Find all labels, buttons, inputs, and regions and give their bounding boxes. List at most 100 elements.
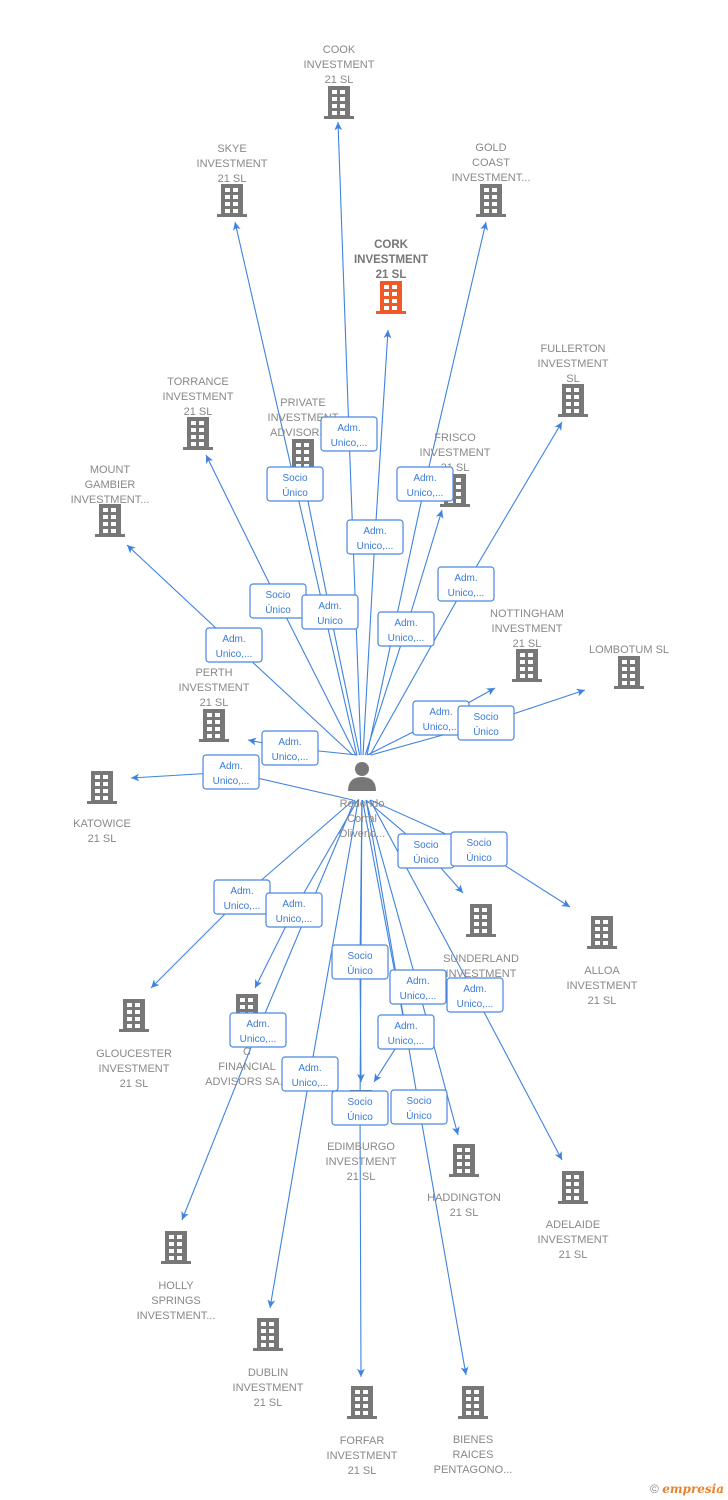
badge-text: Adm. — [406, 976, 429, 987]
company-name: SPRINGS — [151, 1295, 201, 1307]
edge-role-badge[interactable]: Adm. Unico,... — [281, 1056, 339, 1092]
building-icon — [376, 281, 406, 314]
company-node-cook[interactable]: COOK INVESTMENT 21 SL — [304, 44, 375, 119]
building-icon — [614, 656, 644, 689]
edge-role-badge[interactable]: Socio Único — [397, 833, 455, 869]
badge-text: Adm. — [298, 1063, 321, 1074]
person-name: Redondo — [340, 798, 385, 810]
company-name: NOTTINGHAM — [490, 608, 564, 620]
company-node-forfar[interactable]: FORFAR INVESTMENT 21 SL — [327, 1386, 398, 1477]
edge-role-badge[interactable]: Adm. Unico,... — [346, 519, 404, 555]
company-name: CORK — [374, 239, 409, 251]
company-node-fullerton[interactable]: FULLERTON INVESTMENT SL — [538, 343, 609, 417]
edge-role-badge[interactable]: Adm. Unico,... — [396, 466, 454, 502]
company-node-cork[interactable]: CORK INVESTMENT 21 SL — [354, 239, 428, 314]
company-name: MOUNT — [90, 464, 131, 476]
network-diagram: COOK INVESTMENT 21 SL SKYE INVESTMENT 21 SL GO… — [71, 44, 669, 1477]
arrow-head-icon — [554, 422, 562, 431]
company-name: ADELAIDE — [546, 1219, 600, 1231]
edge-role-badge[interactable]: Adm. Unico,... — [377, 1014, 435, 1050]
copyright-symbol: © — [650, 1482, 659, 1496]
edge-role-badge[interactable]: Adm. Unico — [301, 594, 359, 630]
edge-role-badge[interactable]: Socio Único — [450, 831, 508, 867]
building-icon — [95, 504, 125, 537]
company-name: 21 SL — [218, 173, 247, 185]
company-name: COAST — [472, 157, 510, 169]
company-node-mount[interactable]: MOUNT GAMBIER INVESTMENT... — [71, 464, 150, 537]
building-icon — [324, 86, 354, 119]
company-node-perth[interactable]: PERTH INVESTMENT 21 SL — [179, 667, 250, 742]
building-icon — [558, 384, 588, 417]
company-node-haddington[interactable]: HADDINGTON 21 SL — [427, 1144, 501, 1219]
company-node-alloa[interactable]: ALLOA INVESTMENT 21 SL — [567, 916, 638, 1007]
edge-role-badge[interactable]: Socio Único — [266, 466, 324, 502]
building-icon — [347, 1386, 377, 1419]
building-icon — [161, 1231, 191, 1264]
company-node-torrance[interactable]: TORRANCE INVESTMENT 21 SL — [163, 376, 234, 450]
company-name: EDIMBURGO — [327, 1141, 395, 1153]
building-icon — [512, 649, 542, 682]
edge-role-badge[interactable]: Adm. Unico,... — [377, 611, 435, 647]
edge-role-badge[interactable]: Adm. Unico,... — [446, 977, 504, 1013]
company-node-lombotum[interactable]: LOMBOTUM SL — [589, 644, 669, 689]
edge-role-badge[interactable]: Socio Único — [457, 705, 515, 741]
company-name: 21 SL — [450, 1207, 479, 1219]
company-name: INVESTMENT — [197, 158, 268, 170]
badge-text: Adm. — [337, 423, 360, 434]
badge-text: Adm. — [413, 473, 436, 484]
building-icon — [253, 1318, 283, 1351]
edge-role-badge[interactable]: Adm. Unico,... — [265, 892, 323, 928]
company-node-nottingham[interactable]: NOTTINGHAM INVESTMENT 21 SL — [490, 608, 564, 682]
company-name: FINANCIAL — [218, 1061, 275, 1073]
edge-bienes[interactable] — [365, 799, 469, 1376]
building-icon — [466, 904, 496, 937]
company-name: RAICES — [453, 1449, 494, 1461]
edge-role-badge[interactable]: Adm. Unico,... — [202, 754, 260, 790]
company-node-katowice[interactable]: KATOWICE 21 SL — [73, 771, 131, 845]
company-name: 21 SL — [376, 269, 407, 281]
edge-dublin[interactable] — [267, 799, 359, 1309]
building-icon — [87, 771, 117, 804]
company-name: DUBLIN — [248, 1367, 288, 1379]
badge-text: Único — [413, 853, 439, 866]
person-name: Corral — [347, 813, 377, 825]
edge-role-badge[interactable]: Socio Único — [249, 583, 307, 619]
company-name: INVESTMENT — [420, 447, 491, 459]
company-name: GAMBIER — [85, 479, 136, 491]
badge-text: Adm. — [394, 1021, 417, 1032]
edge-forfar[interactable] — [357, 799, 365, 1378]
edge-role-badge[interactable]: Adm. Unico,... — [437, 566, 495, 602]
edge-role-badge[interactable]: Adm. Unico,... — [213, 879, 271, 915]
building-icon — [449, 1144, 479, 1177]
company-node-holly[interactable]: HOLLY SPRINGS INVESTMENT... — [137, 1231, 216, 1322]
edge-role-badge[interactable]: Adm. Unico,... — [205, 627, 263, 663]
company-name: HADDINGTON — [427, 1192, 501, 1204]
company-node-adelaide[interactable]: ADELAIDE INVESTMENT 21 SL — [538, 1171, 609, 1261]
person-node[interactable]: Redondo Corral Oliverio... — [339, 762, 385, 840]
arrow-head-icon — [561, 899, 570, 907]
company-name: 21 SL — [348, 1465, 377, 1477]
edge-role-badge[interactable]: Socio Único — [390, 1089, 448, 1125]
edges — [126, 121, 586, 1378]
company-node-gloucester[interactable]: GLOUCESTER INVESTMENT 21 SL — [96, 999, 172, 1090]
company-node-gold[interactable]: GOLD COAST INVESTMENT... — [452, 142, 531, 217]
badge-text: Único — [473, 725, 499, 738]
edge-role-badge[interactable]: Adm. Unico,... — [229, 1012, 287, 1048]
company-name: 21 SL — [254, 1397, 283, 1409]
company-node-bienes[interactable]: BIENES RAICES PENTAGONO... — [434, 1386, 513, 1476]
watermark: © empresia — [650, 1482, 724, 1496]
company-node-skye[interactable]: SKYE INVESTMENT 21 SL — [197, 143, 268, 217]
badge-text: Unico,... — [272, 752, 309, 763]
company-name: 21 SL — [347, 1171, 376, 1183]
edge-role-badge[interactable]: Socio Único — [331, 1090, 389, 1126]
person-name: Oliverio... — [339, 828, 385, 840]
company-node-dublin[interactable]: DUBLIN INVESTMENT 21 SL — [233, 1318, 304, 1409]
building-icon — [558, 1171, 588, 1204]
edge-role-badge[interactable]: Socio Único — [331, 944, 389, 980]
edge-role-badge[interactable]: Adm. Unico,... — [389, 969, 447, 1005]
edge-role-badge[interactable]: Adm. Unico,... — [261, 730, 319, 766]
badge-text: Adm. — [278, 737, 301, 748]
badge-text: Unico,... — [407, 488, 444, 499]
edge-role-badge[interactable]: Adm. Unico,... — [320, 416, 378, 452]
building-icon — [183, 417, 213, 450]
